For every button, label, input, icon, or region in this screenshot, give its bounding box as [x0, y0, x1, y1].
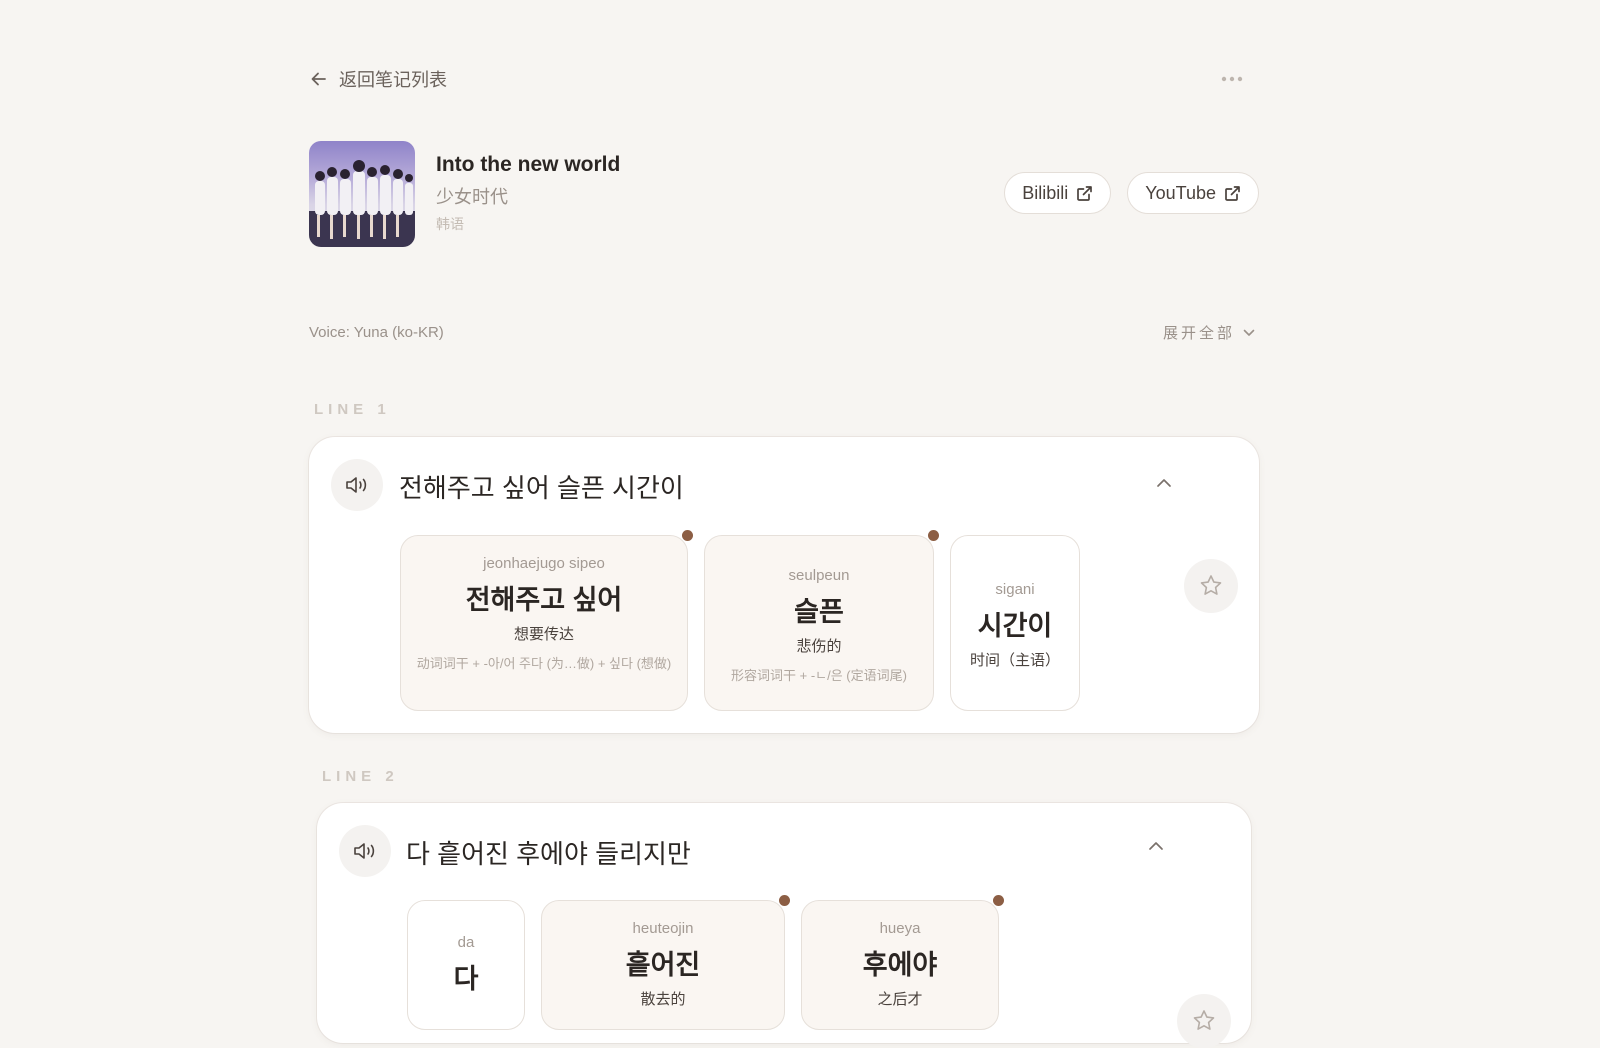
word-romanization: da [457, 934, 475, 951]
expand-all-button[interactable]: 展开全部 [1163, 322, 1255, 343]
word-romanization: hueya [879, 920, 921, 937]
word-hangul: 시간이 [977, 611, 1053, 641]
external-links: Bilibili YouTube [1004, 172, 1259, 214]
external-link-icon [1077, 185, 1093, 201]
speaker-icon [354, 843, 375, 859]
word-card[interactable]: hueya 후에야 之后才 [801, 895, 1004, 1030]
voice-label: Voice: Yuna (ko-KR) [309, 324, 444, 341]
song-language: 韩语 [436, 216, 464, 232]
song-header: Into the new world 少女时代 韩语 Bilibili YouT… [309, 141, 1259, 247]
word-card[interactable]: seulpeun 슬픈 悲伤的 形容词词干 + -ㄴ/은 (定语词尾) [704, 530, 939, 711]
word-meaning: 悲伤的 [796, 638, 842, 655]
external-link-icon [1225, 185, 1240, 201]
word-grammar: 形容词词干 + -ㄴ/은 (定语词尾) [731, 668, 907, 683]
word-card[interactable]: sigani 시간이 时间（主语） [950, 535, 1080, 711]
more-horizontal-icon [1221, 76, 1243, 82]
line-2-card: 다 흩어진 후에야 들리지만 da 다 heuteojin 흩어진 散去的 hu… [317, 803, 1251, 1048]
expand-all-label: 展开全部 [1162, 325, 1235, 342]
word-card[interactable]: heuteojin 흩어진 散去的 [541, 895, 790, 1030]
line-2-play-button[interactable] [339, 825, 391, 877]
star-icon [1193, 1010, 1215, 1030]
song-artist: 少女时代 [436, 187, 508, 207]
word-meaning: 时间（主语） [969, 652, 1060, 669]
line-2-label: LINE 2 [322, 768, 399, 785]
voice-row: Voice: Yuna (ko-KR) 展开全部 [309, 322, 1259, 343]
album-cover [309, 141, 415, 247]
word-hangul: 다 [453, 964, 479, 994]
word-meaning: 散去的 [640, 991, 686, 1008]
word-romanization: jeonhaejugo sipeo [483, 555, 605, 572]
line-2-text: 다 흩어진 후에야 들리지만 [406, 839, 691, 869]
back-to-notes-link[interactable]: 返回笔记列表 [309, 66, 447, 92]
youtube-link-button[interactable]: YouTube [1127, 172, 1259, 214]
line-1-collapse-button[interactable] [1152, 471, 1176, 495]
arrow-left-icon [311, 72, 326, 86]
bilibili-label: Bilibili [1022, 182, 1069, 203]
word-hangul: 전해주고 싶어 [465, 585, 623, 615]
line-1-label: LINE 1 [314, 401, 391, 418]
line-1-text: 전해주고 싶어 슬픈 시간이 [399, 473, 684, 503]
marked-dot [993, 895, 1004, 906]
marked-dot [682, 530, 693, 541]
back-label: 返回笔记列表 [339, 70, 447, 90]
word-romanization: heuteojin [632, 920, 694, 937]
marked-dot [928, 530, 939, 541]
speaker-icon [346, 477, 367, 493]
word-meaning: 想要传达 [513, 626, 574, 643]
word-romanization: sigani [995, 581, 1035, 598]
bilibili-link-button[interactable]: Bilibili [1004, 172, 1112, 214]
song-title: Into the new world [436, 153, 621, 176]
word-card[interactable]: da 다 [407, 900, 525, 1030]
youtube-label: YouTube [1145, 182, 1216, 203]
word-grammar: 动词词干 + -아/어 주다 (为…做) + 싶다 (想做) [416, 656, 672, 671]
line-1-favorite-button[interactable] [1184, 559, 1238, 613]
line-2-favorite-button[interactable] [1177, 994, 1231, 1048]
more-options-button[interactable] [1217, 69, 1247, 89]
word-romanization: seulpeun [788, 567, 850, 584]
word-card[interactable]: jeonhaejugo sipeo 전해주고 싶어 想要传达 动词词干 + -아… [400, 530, 693, 711]
line-1-card: 전해주고 싶어 슬픈 시간이 jeonhaejugo sipeo 전해주고 싶어… [309, 437, 1259, 733]
star-icon [1200, 575, 1222, 595]
marked-dot [779, 895, 790, 906]
word-hangul: 후에야 [862, 950, 938, 980]
line-2-collapse-button[interactable] [1144, 834, 1168, 858]
word-hangul: 흩어진 [625, 950, 701, 980]
word-hangul: 슬픈 [794, 597, 844, 627]
top-bar: 返回笔记列表 [309, 66, 1259, 92]
chevron-down-icon [1243, 329, 1255, 336]
chevron-up-icon [1149, 842, 1163, 850]
line-1-play-button[interactable] [331, 459, 383, 511]
word-meaning: 之后才 [877, 991, 923, 1008]
chevron-up-icon [1157, 479, 1171, 487]
